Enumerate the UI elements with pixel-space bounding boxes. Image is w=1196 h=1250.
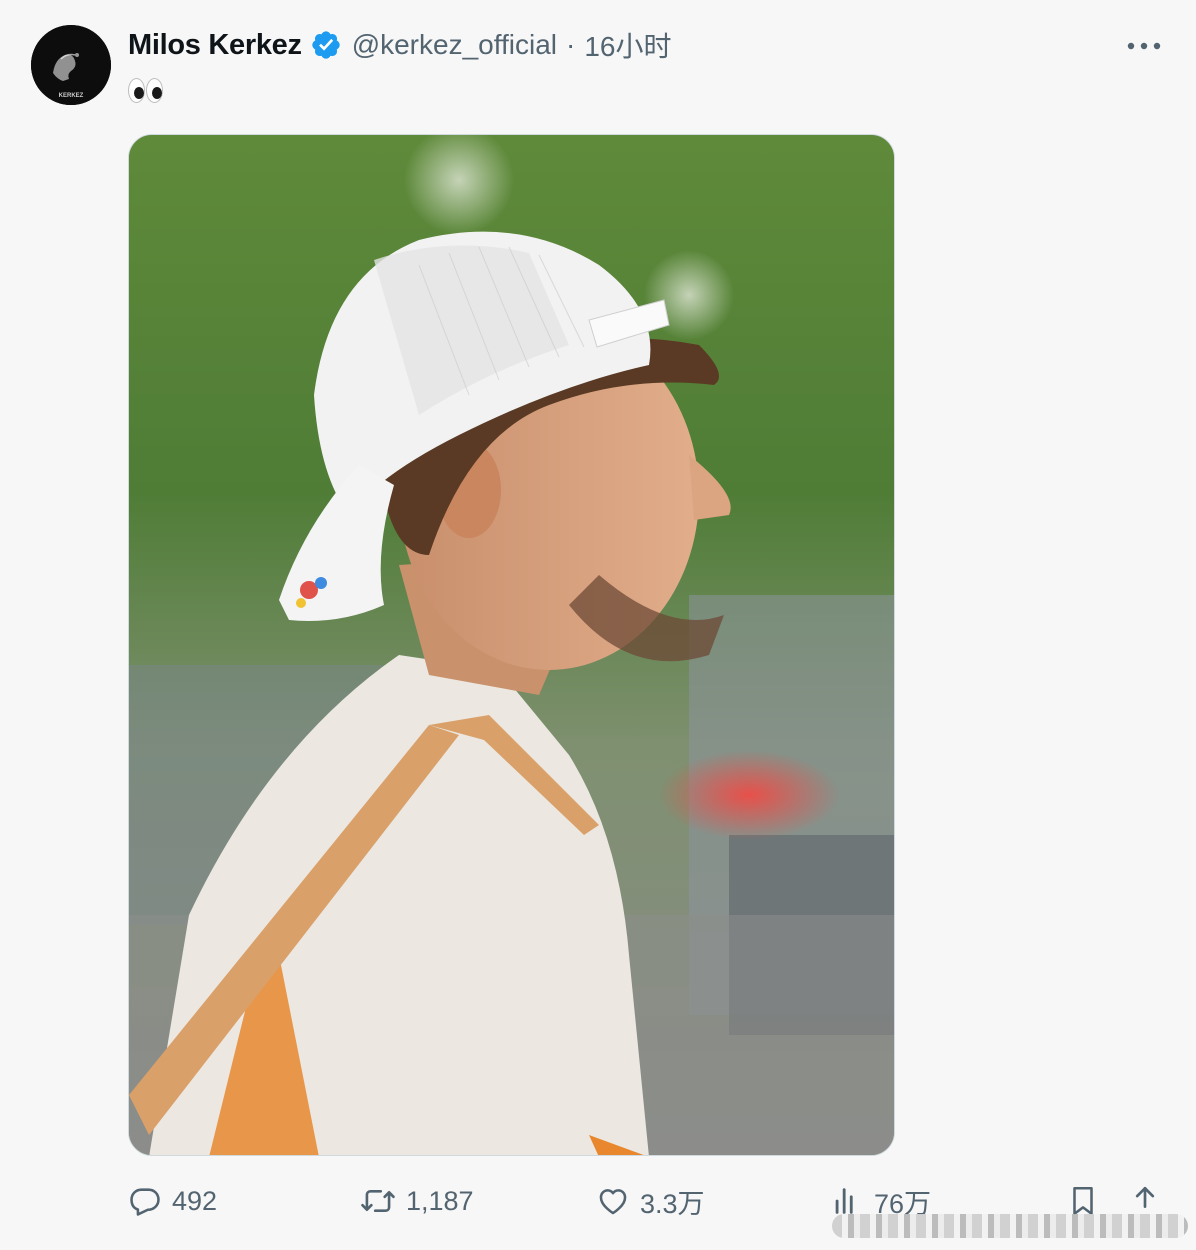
tweet[interactable]: KERKEZ Milos Kerkez @kerkez_official · 1… bbox=[0, 0, 1196, 1250]
heart-icon bbox=[599, 1189, 627, 1215]
retweet-count: 1,187 bbox=[406, 1185, 474, 1216]
like-count: 3.3万 bbox=[640, 1188, 705, 1219]
blurred-overlay bbox=[832, 1214, 1188, 1238]
tweet-header: Milos Kerkez @kerkez_official · 16小时 bbox=[128, 26, 672, 64]
avatar-label: KERKEZ bbox=[59, 93, 84, 99]
more-options-button[interactable] bbox=[1122, 32, 1166, 60]
user-handle[interactable]: @kerkez_official bbox=[352, 29, 557, 61]
like-button[interactable]: 3.3万 bbox=[596, 1170, 705, 1232]
tweet-text bbox=[128, 74, 188, 106]
retweet-icon bbox=[361, 1189, 395, 1213]
eyes-emoji-icon bbox=[128, 78, 164, 109]
reply-button[interactable]: 492 bbox=[128, 1170, 217, 1232]
verified-badge-icon[interactable] bbox=[310, 29, 342, 61]
tweet-photo[interactable] bbox=[128, 134, 895, 1156]
photo-image bbox=[129, 135, 894, 1155]
analytics-icon bbox=[835, 1188, 853, 1214]
meta-separator: · bbox=[566, 29, 576, 60]
reply-count: 492 bbox=[172, 1185, 218, 1216]
reply-icon bbox=[130, 1188, 160, 1216]
bookmark-icon bbox=[1073, 1186, 1093, 1216]
display-name[interactable]: Milos Kerkez bbox=[128, 29, 302, 62]
timestamp[interactable]: 16小时 bbox=[584, 25, 671, 65]
more-dots-icon bbox=[1127, 42, 1161, 50]
avatar[interactable]: KERKEZ bbox=[31, 25, 111, 105]
share-icon bbox=[1135, 1186, 1155, 1209]
retweet-button[interactable]: 1,187 bbox=[360, 1170, 474, 1232]
avatar-image: KERKEZ bbox=[31, 25, 111, 105]
